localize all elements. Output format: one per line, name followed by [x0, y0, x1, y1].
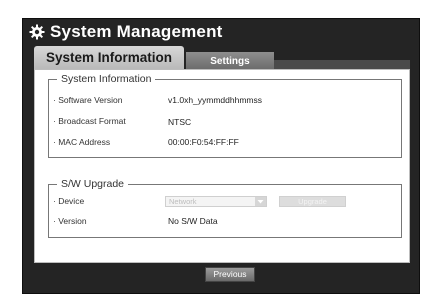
mac-address-label: · MAC Address	[53, 137, 111, 147]
window-title: System Management	[50, 22, 223, 41]
sw-upgrade-legend: S/W Upgrade	[57, 178, 129, 190]
tab-strip-filler	[274, 60, 410, 69]
device-select-value: Network	[169, 197, 197, 206]
content-panel: System Information · Software Version v1…	[34, 69, 410, 263]
tab-settings[interactable]: Settings	[186, 52, 274, 69]
system-management-window: System Management System Information Set…	[22, 18, 420, 294]
software-version-label: · Software Version	[53, 95, 123, 105]
broadcast-format-label: · Broadcast Format	[53, 116, 126, 126]
sw-upgrade-group: S/W Upgrade · Device Network Upgrade · V…	[48, 178, 402, 238]
chevron-down-icon	[255, 197, 266, 206]
system-information-legend: System Information	[57, 73, 156, 85]
gear-icon	[29, 24, 45, 40]
tab-system-information[interactable]: System Information	[34, 46, 184, 69]
version-label: · Version	[53, 216, 87, 226]
software-version-value: v1.0xh_yymmddhhmmss	[168, 95, 263, 105]
previous-button[interactable]: Previous	[205, 267, 255, 282]
title-bar: System Management	[23, 19, 419, 45]
system-information-group: System Information · Software Version v1…	[48, 73, 402, 158]
mac-address-value: 00:00:F0:54:FF:FF	[168, 137, 239, 147]
upgrade-button[interactable]: Upgrade	[279, 196, 346, 207]
broadcast-format-value: NTSC	[168, 117, 192, 127]
device-label: · Device	[53, 196, 85, 206]
version-value: No S/W Data	[168, 216, 218, 226]
device-select[interactable]: Network	[165, 196, 267, 207]
